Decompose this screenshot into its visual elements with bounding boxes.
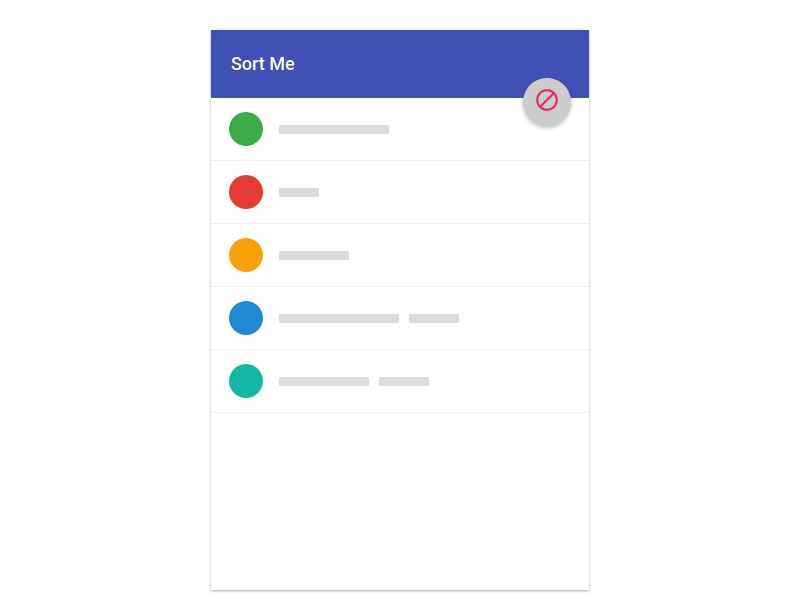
color-dot-icon [229, 301, 263, 335]
color-dot-icon [229, 112, 263, 146]
fab-filter-button[interactable] [523, 78, 571, 126]
placeholder-bar [279, 314, 399, 323]
item-text-placeholder [279, 188, 319, 197]
list-item[interactable] [211, 350, 589, 413]
list-item[interactable] [211, 287, 589, 350]
app-window: Sort Me [211, 30, 589, 590]
item-text-placeholder [279, 125, 389, 134]
list-item[interactable] [211, 224, 589, 287]
placeholder-bar [279, 125, 389, 134]
placeholder-bar [409, 314, 459, 323]
list-item[interactable] [211, 161, 589, 224]
item-text-placeholder [279, 314, 459, 323]
app-title: Sort Me [231, 54, 295, 75]
item-text-placeholder [279, 377, 429, 386]
no-filter-icon [534, 87, 560, 117]
color-dot-icon [229, 238, 263, 272]
color-dot-icon [229, 364, 263, 398]
placeholder-bar [279, 188, 319, 197]
color-dot-icon [229, 175, 263, 209]
placeholder-bar [279, 377, 369, 386]
sortable-list [211, 98, 589, 413]
placeholder-bar [279, 251, 349, 260]
placeholder-bar [379, 377, 429, 386]
item-text-placeholder [279, 251, 349, 260]
